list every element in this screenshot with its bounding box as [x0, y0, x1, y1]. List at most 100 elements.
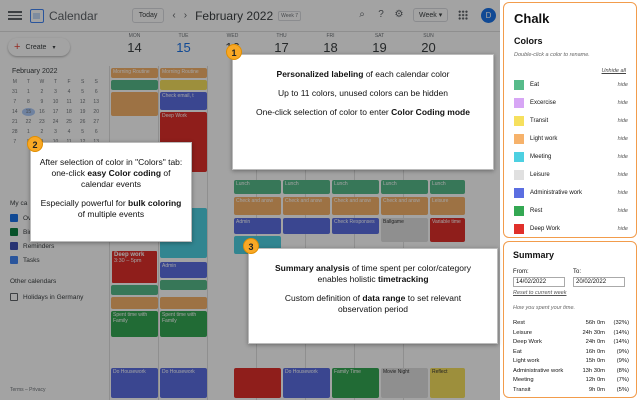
color-swatch[interactable]: [514, 116, 524, 126]
event-block[interactable]: Leisure: [430, 197, 465, 215]
color-label[interactable]: Excercise: [530, 100, 618, 106]
unhide-all-link[interactable]: Unhide all: [602, 68, 626, 74]
hide-color-link[interactable]: hide: [618, 172, 628, 178]
create-button[interactable]: + Create ▾: [8, 38, 70, 56]
mini-day[interactable]: 8: [22, 98, 36, 106]
event-block[interactable]: Family Time: [332, 368, 379, 398]
view-selector[interactable]: Week ▾: [413, 8, 449, 22]
from-date-input[interactable]: 14/02/2022: [513, 277, 565, 287]
mini-day[interactable]: 4: [62, 128, 76, 136]
color-row[interactable]: Transit hide: [514, 114, 628, 128]
color-label[interactable]: Leisure: [530, 172, 618, 178]
event-block[interactable]: Admin: [160, 262, 207, 278]
hide-color-link[interactable]: hide: [618, 208, 628, 214]
mini-day[interactable]: 12: [76, 98, 90, 106]
mini-day[interactable]: 5: [76, 88, 90, 96]
color-row[interactable]: Meeting hide: [514, 150, 628, 164]
mini-day[interactable]: 13: [89, 98, 103, 106]
calendar-item[interactable]: Reminders: [10, 242, 54, 250]
calendar-item[interactable]: Tasks: [10, 256, 40, 264]
mini-day[interactable]: 10: [49, 98, 63, 106]
day-header[interactable]: FRI 18: [306, 33, 355, 55]
day-header[interactable]: MON 14: [110, 33, 159, 55]
checkbox-icon[interactable]: [10, 293, 18, 301]
mini-day[interactable]: 17: [49, 108, 63, 116]
event-block[interactable]: Morning Routine: [160, 68, 207, 78]
mini-day[interactable]: 21: [8, 118, 22, 126]
color-swatch[interactable]: [514, 188, 524, 198]
color-swatch[interactable]: [514, 134, 524, 144]
hide-color-link[interactable]: hide: [618, 118, 628, 124]
mini-day[interactable]: 11: [62, 98, 76, 106]
color-label[interactable]: Deep Work: [530, 226, 618, 232]
mini-day[interactable]: 31: [8, 88, 22, 96]
day-header[interactable]: THU 17: [257, 33, 306, 55]
color-label[interactable]: Administrative work: [530, 190, 618, 196]
mini-day[interactable]: 2: [35, 88, 49, 96]
event-block[interactable]: [283, 218, 330, 234]
event-block[interactable]: Do Housework: [160, 368, 207, 398]
mini-day[interactable]: 20: [89, 108, 103, 116]
reset-week-link[interactable]: Reset to current week: [513, 290, 567, 296]
mini-day[interactable]: 25: [62, 118, 76, 126]
today-button[interactable]: Today: [131, 8, 165, 23]
mini-day[interactable]: 1: [22, 128, 36, 136]
mini-day[interactable]: 3: [49, 128, 63, 136]
event-block[interactable]: Check and answ: [381, 197, 428, 215]
event-block[interactable]: Lunch: [430, 180, 465, 194]
hide-color-link[interactable]: hide: [618, 226, 628, 232]
checkbox-icon[interactable]: [10, 242, 18, 250]
event-block[interactable]: [111, 92, 158, 116]
event-block[interactable]: Do Housework: [111, 368, 158, 398]
color-swatch[interactable]: [514, 206, 524, 216]
selected-event-deep-work[interactable]: Deep work 3:30 – 5pm: [111, 250, 158, 284]
color-label[interactable]: Rest: [530, 208, 618, 214]
color-row[interactable]: Rest hide: [514, 204, 628, 218]
event-block[interactable]: Ballgame: [381, 218, 428, 242]
color-row[interactable]: Eat hide: [514, 78, 628, 92]
search-icon[interactable]: ⌕: [356, 9, 368, 21]
event-block[interactable]: Reflect: [430, 368, 465, 398]
mini-day[interactable]: 4: [62, 88, 76, 96]
hide-color-link[interactable]: hide: [618, 190, 628, 196]
color-row[interactable]: Administrative work hide: [514, 186, 628, 200]
mini-calendar-grid[interactable]: M T W T F S S 31 1 2 3 4 5 6 7 8 9 10 11 12 13 14 15 16 17 18 19 20…: [8, 78, 103, 146]
event-block[interactable]: Spent time with Family: [160, 311, 207, 337]
mini-day[interactable]: 27: [89, 118, 103, 126]
mini-day[interactable]: 28: [8, 128, 22, 136]
chevron-left-icon[interactable]: ‹: [172, 10, 175, 21]
day-header[interactable]: SUN 20: [404, 33, 453, 55]
color-swatch[interactable]: [514, 224, 524, 234]
color-swatch[interactable]: [514, 152, 524, 162]
hide-color-link[interactable]: hide: [618, 136, 628, 142]
event-block[interactable]: [111, 285, 158, 295]
mini-day[interactable]: 3: [49, 88, 63, 96]
mini-day[interactable]: 26: [76, 118, 90, 126]
event-block[interactable]: Check email, t: [160, 92, 207, 110]
calendar-item-holidays[interactable]: Holidays in Germany: [10, 293, 83, 301]
color-row[interactable]: Excercise hide: [514, 96, 628, 110]
mini-day[interactable]: 1: [22, 88, 36, 96]
checkbox-icon[interactable]: [10, 228, 18, 236]
mini-day[interactable]: 2: [35, 128, 49, 136]
day-header[interactable]: TUE 15: [159, 33, 208, 55]
event-block[interactable]: Spent time with Family: [111, 311, 158, 337]
terms-privacy-link[interactable]: Terms – Privacy: [10, 387, 46, 393]
event-block[interactable]: Lunch: [381, 180, 428, 194]
event-block[interactable]: Admin: [234, 218, 281, 234]
event-block[interactable]: [160, 80, 207, 90]
event-block[interactable]: Check and answ: [283, 197, 330, 215]
my-calendars-heading[interactable]: My ca: [10, 200, 27, 207]
main-menu-icon[interactable]: [8, 11, 22, 20]
color-row[interactable]: Light work hide: [514, 132, 628, 146]
event-block[interactable]: Variable time: [430, 218, 465, 242]
color-swatch[interactable]: [514, 170, 524, 180]
mini-day[interactable]: 7: [8, 138, 22, 146]
day-header[interactable]: SAT 19: [355, 33, 404, 55]
event-block[interactable]: Movie Night: [381, 368, 428, 398]
checkbox-icon[interactable]: [10, 256, 18, 264]
mini-day[interactable]: 6: [89, 128, 103, 136]
mini-day[interactable]: 7: [8, 98, 22, 106]
event-block[interactable]: Morning Routine: [111, 68, 158, 78]
mini-day[interactable]: 5: [76, 128, 90, 136]
